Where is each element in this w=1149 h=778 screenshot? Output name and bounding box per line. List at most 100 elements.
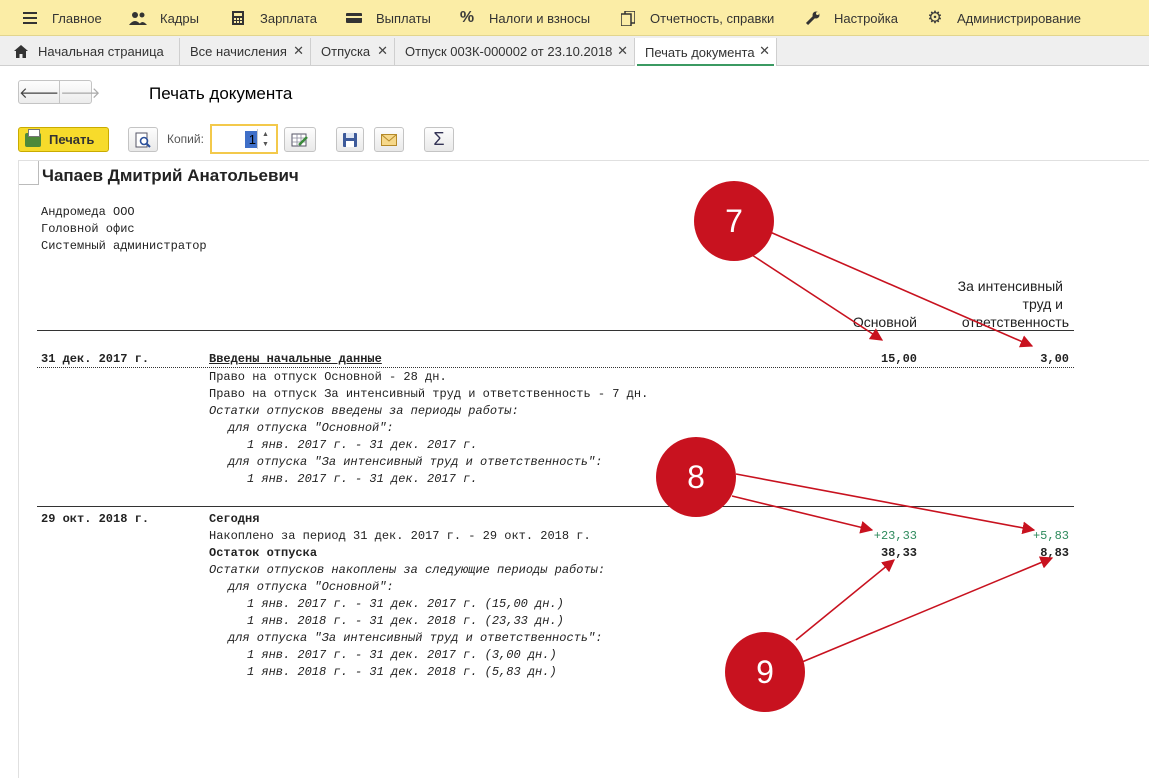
wallet-icon bbox=[344, 13, 364, 23]
menu-item-reports[interactable]: Отчетность, справки bbox=[618, 0, 774, 36]
block1-line: для отпуска "За интенсивный труд и ответ… bbox=[228, 455, 603, 469]
tab-label: Начальная страница bbox=[38, 44, 164, 59]
block1-value-intensive: 3,00 bbox=[1040, 352, 1069, 366]
people-icon bbox=[128, 11, 148, 25]
save-button[interactable] bbox=[336, 127, 364, 152]
block2-divider bbox=[37, 506, 1074, 507]
column-header-main: Основной bbox=[852, 314, 917, 330]
column-header-intensive-line1: За интенсивный bbox=[957, 278, 1063, 294]
email-button[interactable] bbox=[374, 127, 404, 152]
block1-line: 1 янв. 2017 г. - 31 дек. 2017 г. bbox=[247, 438, 478, 452]
menu-item-administration[interactable]: ⚙ Администрирование bbox=[925, 0, 1081, 36]
block2-line: 1 янв. 2017 г. - 31 дек. 2017 г. (15,00 … bbox=[247, 597, 564, 611]
tab-vacation-document[interactable]: Отпуск 003К-000002 от 23.10.2018 ✕ bbox=[395, 38, 635, 65]
corner-mark bbox=[19, 161, 39, 185]
close-icon[interactable]: ✕ bbox=[293, 43, 304, 59]
print-button-label: Печать bbox=[49, 132, 95, 147]
block1-title: Введены начальные данные bbox=[209, 352, 382, 366]
close-icon[interactable]: ✕ bbox=[377, 43, 388, 59]
menu-item-label: Кадры bbox=[160, 10, 199, 26]
reports-icon bbox=[618, 10, 638, 26]
block2-title: Сегодня bbox=[209, 512, 260, 526]
block2-line: для отпуска "За интенсивный труд и ответ… bbox=[228, 631, 603, 645]
gear-icon: ⚙ bbox=[927, 8, 943, 27]
preview-button[interactable] bbox=[128, 127, 158, 152]
close-icon[interactable]: ✕ bbox=[759, 43, 770, 59]
tab-label: Печать документа bbox=[645, 44, 755, 60]
department: Головной офис bbox=[41, 222, 135, 236]
copies-stepper[interactable]: ▲ ▼ bbox=[257, 129, 273, 149]
tab-vacations[interactable]: Отпуска ✕ bbox=[311, 38, 395, 65]
menu-item-label: Отчетность, справки bbox=[650, 10, 775, 26]
menu-item-label: Налоги и взносы bbox=[489, 10, 591, 26]
block1-line: для отпуска "Основной": bbox=[228, 421, 394, 435]
hamburger-icon bbox=[20, 12, 40, 24]
block2-line: для отпуска "Основной": bbox=[228, 580, 394, 594]
page-title: Печать документа bbox=[149, 84, 293, 103]
copies-input[interactable] bbox=[216, 130, 256, 148]
menu-item-main[interactable]: Главное bbox=[20, 0, 102, 36]
block1-line: Право на отпуск Основной - 28 дн. bbox=[209, 370, 447, 384]
block2-accrued-label: Накоплено за период 31 дек. 2017 г. - 29… bbox=[209, 529, 591, 543]
menu-item-payments[interactable]: Выплаты bbox=[344, 0, 431, 36]
percent-icon: % bbox=[459, 9, 475, 26]
block1-line: Право на отпуск За интенсивный труд и от… bbox=[209, 387, 649, 401]
tab-bar: Начальная страница Все начисления ✕ Отпу… bbox=[0, 36, 1149, 66]
menu-item-taxes[interactable]: % Налоги и взносы bbox=[457, 0, 590, 36]
tab-label: Все начисления bbox=[190, 44, 287, 59]
sigma-icon: Σ bbox=[433, 129, 445, 149]
floppy-icon bbox=[343, 132, 357, 147]
edit-table-button[interactable] bbox=[284, 127, 316, 152]
menu-item-staff[interactable]: Кадры bbox=[128, 0, 199, 36]
block2-line: 1 янв. 2018 г. - 31 дек. 2018 г. (23,33 … bbox=[247, 614, 564, 628]
block2-date: 29 окт. 2018 г. bbox=[41, 512, 150, 526]
organization: Андромеда ООО bbox=[41, 205, 135, 219]
forward-arrow-icon[interactable]: 🡒 bbox=[59, 81, 100, 103]
print-button[interactable]: Печать bbox=[18, 127, 109, 152]
back-arrow-icon[interactable]: 🡐 bbox=[19, 81, 59, 103]
preview-icon bbox=[135, 132, 151, 148]
block2-balance-intensive: 8,83 bbox=[1040, 546, 1069, 560]
tab-label: Отпуска bbox=[321, 44, 371, 59]
column-header-intensive-line2: труд и bbox=[1022, 296, 1063, 312]
copies-field: ▲ ▼ bbox=[210, 124, 278, 154]
block1-value-main: 15,00 bbox=[880, 352, 917, 366]
menu-item-label: Зарплата bbox=[260, 10, 317, 26]
block2-line: 1 янв. 2018 г. - 31 дек. 2018 г. (5,83 д… bbox=[247, 665, 557, 679]
menu-item-label: Выплаты bbox=[376, 10, 431, 26]
tab-label: Отпуск 003К-000002 от 23.10.2018 bbox=[405, 44, 613, 59]
sum-button[interactable]: Σ bbox=[424, 127, 454, 152]
menu-item-label: Администрирование bbox=[957, 10, 1081, 26]
tab-all-accruals[interactable]: Все начисления ✕ bbox=[180, 38, 311, 65]
menu-item-settings[interactable]: Настройка bbox=[802, 0, 898, 36]
history-nav: 🡐 🡒 bbox=[18, 80, 100, 104]
menu-item-label: Настройка bbox=[834, 10, 898, 26]
main-menu-bar: Главное Кадры Зарплата Выплаты % Налоги и… bbox=[0, 0, 1149, 36]
tab-print-document[interactable]: Печать документа ✕ bbox=[635, 38, 777, 66]
employee-name: Чапаев Дмитрий Анатольевич bbox=[42, 166, 299, 185]
block2-line: 1 янв. 2017 г. - 31 дек. 2017 г. (3,00 д… bbox=[247, 648, 557, 662]
callout-badge-9: 9 bbox=[725, 632, 805, 712]
header-divider bbox=[37, 330, 1074, 331]
block2-accrued-main: +23,33 bbox=[873, 529, 917, 543]
printer-icon bbox=[25, 128, 41, 147]
callout-badge-7: 7 bbox=[694, 181, 774, 261]
block2-balance-main: 38,33 bbox=[880, 546, 917, 560]
block1-date: 31 дек. 2017 г. bbox=[41, 352, 150, 366]
block1-line: 1 янв. 2017 г. - 31 дек. 2017 г. bbox=[247, 472, 478, 486]
position: Системный администратор bbox=[41, 239, 207, 253]
wrench-icon bbox=[802, 11, 822, 26]
chevron-down-icon[interactable]: ▼ bbox=[262, 141, 269, 148]
close-icon[interactable]: ✕ bbox=[617, 43, 628, 59]
tab-home[interactable]: Начальная страница bbox=[4, 38, 180, 65]
chevron-up-icon[interactable]: ▲ bbox=[262, 131, 269, 138]
column-header-intensive-line3: ответственность bbox=[961, 314, 1069, 330]
active-tab-indicator bbox=[637, 64, 774, 66]
calculator-icon bbox=[228, 11, 248, 25]
block2-balance-label: Остаток отпуска bbox=[209, 546, 318, 560]
menu-item-salary[interactable]: Зарплата bbox=[228, 0, 317, 36]
menu-item-label: Главное bbox=[52, 10, 102, 26]
block2-line: Остатки отпусков накоплены за следующие … bbox=[209, 563, 606, 577]
home-icon bbox=[14, 45, 28, 58]
block1-line: Остатки отпусков введены за периоды рабо… bbox=[209, 404, 519, 418]
